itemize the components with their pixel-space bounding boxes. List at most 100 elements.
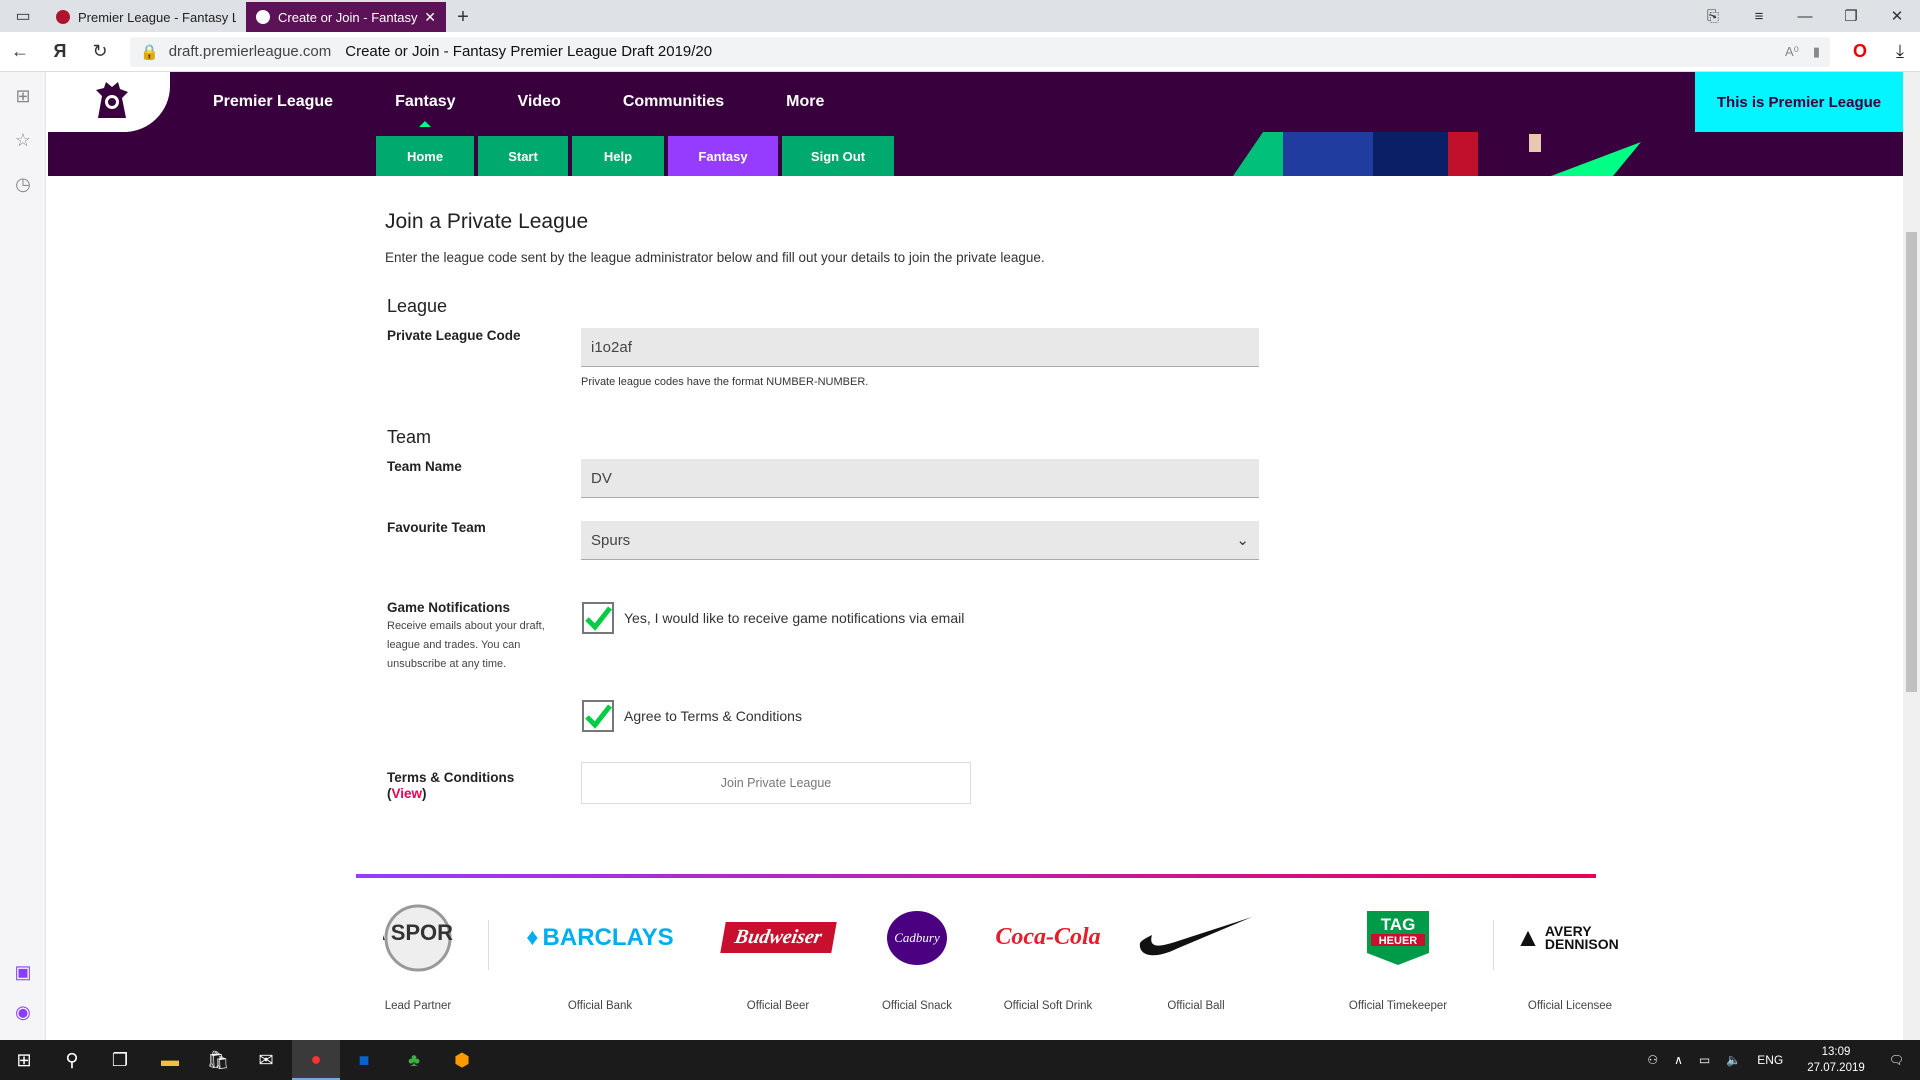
avery-dennison-logo: ▲ AVERY DENNISON (1515, 922, 1619, 952)
minimize-icon[interactable]: — (1782, 0, 1828, 32)
outlook-icon[interactable]: ■ (340, 1040, 388, 1080)
network-icon[interactable]: ▭ (1699, 1053, 1710, 1067)
subnav-home[interactable]: Home (376, 136, 474, 176)
main-nav: Premier League Fantasy Video Communities… (213, 72, 886, 132)
chevron-up-icon[interactable]: ∧ (1674, 1053, 1683, 1067)
grid-icon[interactable]: ⊞ (0, 86, 46, 107)
yandex-browser-icon[interactable]: ● (292, 1040, 340, 1080)
private-league-code-input[interactable]: i1o2af (581, 328, 1259, 367)
favourite-team-label: Favourite Team (387, 520, 486, 535)
app-icon[interactable]: ⬢ (438, 1040, 486, 1080)
code-hint: Private league codes have the format NUM… (581, 376, 869, 388)
browser-sidebar: ⊞ ☆ ◷ ▣ ◉ (0, 72, 46, 1040)
browser-tab-2[interactable]: Create or Join - Fantasy Premier League … (246, 2, 446, 32)
web-page: Premier League Fantasy Video Communities… (48, 72, 1903, 1040)
page-scrollbar[interactable] (1903, 72, 1920, 1040)
subnav-sign-out[interactable]: Sign Out (782, 136, 894, 176)
restore-icon[interactable]: ❐ (1828, 0, 1874, 32)
triangle-icon: ▲ (1515, 922, 1541, 952)
team-name-label: Team Name (387, 459, 462, 474)
browser-tab-1[interactable]: Premier League - Fantasy League (46, 2, 246, 32)
terms-label: Terms & Conditions (View) (387, 770, 515, 801)
team-name-input[interactable]: DV (581, 459, 1259, 498)
team-section-heading: Team (387, 427, 432, 447)
scrollbar-thumb[interactable] (1906, 232, 1917, 692)
file-explorer-icon[interactable]: ▬ (146, 1040, 194, 1080)
new-tab-icon[interactable]: + (446, 2, 480, 32)
close-window-icon[interactable]: ✕ (1874, 0, 1920, 32)
nav-communities[interactable]: Communities (623, 93, 724, 111)
bookmarks-icon[interactable]: ⎘ (1690, 0, 1736, 32)
nav-fantasy[interactable]: Fantasy (395, 93, 456, 127)
header-artwork (1233, 132, 1641, 176)
menu-icon[interactable]: ≡ (1736, 0, 1782, 32)
notifications-label: Game Notifications (387, 600, 511, 615)
notifications-checkbox-label[interactable]: Yes, I would like to receive game notifi… (624, 610, 964, 626)
section-divider (356, 874, 1596, 878)
search-icon[interactable]: ⚲ (48, 1040, 96, 1080)
page-title: Join a Private League (385, 210, 589, 233)
chevron-down-icon: ⌄ (1236, 532, 1249, 549)
windows-taskbar: ⊞ ⚲ ❐ ▬ 🛍 ✉ ● ■ ♣ ⬢ ⚇ ∧ ▭ 🔈 ENG 13:09 27… (0, 1040, 1920, 1080)
language-indicator[interactable]: ENG (1757, 1053, 1783, 1067)
store-icon[interactable]: 🛍 (194, 1040, 242, 1080)
intro-text: Enter the league code sent by the league… (385, 250, 1045, 265)
barclays-logo: ♦ BARCLAYS (526, 923, 674, 951)
terms-checkbox[interactable] (582, 700, 614, 732)
address-bar: ← Я ↻ 🔒 draft.premierleague.com Create o… (0, 32, 1920, 72)
notifications-help: Receive emails about your draft, league … (387, 620, 545, 670)
notifications-icon[interactable]: 🗨 (1889, 1053, 1904, 1067)
svg-text:TAG: TAG (1381, 915, 1416, 934)
task-view-icon[interactable]: ❐ (96, 1040, 144, 1080)
tabs-panel-icon[interactable]: ▭ (0, 0, 46, 32)
premier-league-lion-icon[interactable] (88, 78, 134, 124)
league-section-heading: League (387, 296, 448, 316)
back-icon[interactable]: ← (0, 32, 40, 72)
close-tab-icon[interactable]: ✕ (424, 9, 436, 26)
lock-icon: 🔒 (140, 43, 159, 61)
nike-swoosh-icon (1106, 900, 1286, 975)
url-field[interactable]: 🔒 draft.premierleague.com Create or Join… (130, 36, 1830, 67)
favourite-team-value: Spurs (591, 531, 631, 549)
people-icon[interactable]: ⚇ (1647, 1053, 1658, 1067)
subnav-help[interactable]: Help (572, 136, 664, 176)
sub-nav: Home Start Help Fantasy Sign Out (376, 136, 898, 176)
windows-start-icon[interactable]: ⊞ (0, 1040, 48, 1080)
svg-text:HEUER: HEUER (1379, 935, 1418, 947)
solitaire-icon[interactable]: ♣ (390, 1040, 438, 1080)
subnav-start[interactable]: Start (478, 136, 568, 176)
nav-more[interactable]: More (786, 93, 824, 111)
reload-icon[interactable]: ↻ (80, 32, 120, 72)
bookmark-icon[interactable]: ▮ (1813, 44, 1820, 60)
star-icon[interactable]: ☆ (0, 130, 46, 151)
terms-view-link[interactable]: View (392, 786, 423, 801)
join-private-league-button[interactable]: Join Private League (581, 762, 971, 804)
volume-icon[interactable]: 🔈 (1726, 1053, 1741, 1067)
browser-tab-strip: ▭ Premier League - Fantasy League Create… (0, 0, 1920, 32)
opera-icon[interactable]: O (1840, 41, 1880, 62)
checkmark-icon (585, 606, 612, 631)
tag-heuer-logo: TAG HEUER (1308, 900, 1488, 975)
notifications-checkbox[interactable] (582, 602, 614, 634)
partner-separator (488, 920, 489, 970)
nav-premier-league[interactable]: Premier League (213, 93, 333, 111)
subnav-fantasy[interactable]: Fantasy (668, 136, 778, 176)
checkmark-icon (585, 704, 612, 729)
favourite-team-select[interactable]: Spurs ⌄ (581, 521, 1259, 560)
messenger-icon[interactable]: ▣ (0, 962, 46, 983)
translate-icon[interactable]: A⁰ (1785, 44, 1799, 60)
mail-icon[interactable]: ✉ (242, 1040, 290, 1080)
code-label: Private League Code (387, 328, 521, 343)
alice-icon[interactable]: ◉ (0, 1002, 46, 1023)
yandex-icon[interactable]: Я (40, 32, 80, 72)
svg-text:EA SPORTS: EA SPORTS (383, 920, 453, 945)
terms-checkbox-label[interactable]: Agree to Terms & Conditions (624, 708, 802, 724)
clock[interactable]: 13:09 27.07.2019 (1799, 1044, 1873, 1076)
history-icon[interactable]: ◷ (0, 174, 46, 195)
favicon-icon (56, 10, 70, 24)
nav-video[interactable]: Video (518, 93, 561, 111)
site-header: Premier League Fantasy Video Communities… (48, 72, 1903, 176)
this-is-premier-league-link[interactable]: This is Premier League (1695, 72, 1903, 132)
eagle-icon: ♦ (526, 923, 539, 951)
download-icon[interactable]: ⤓ (1880, 41, 1920, 62)
